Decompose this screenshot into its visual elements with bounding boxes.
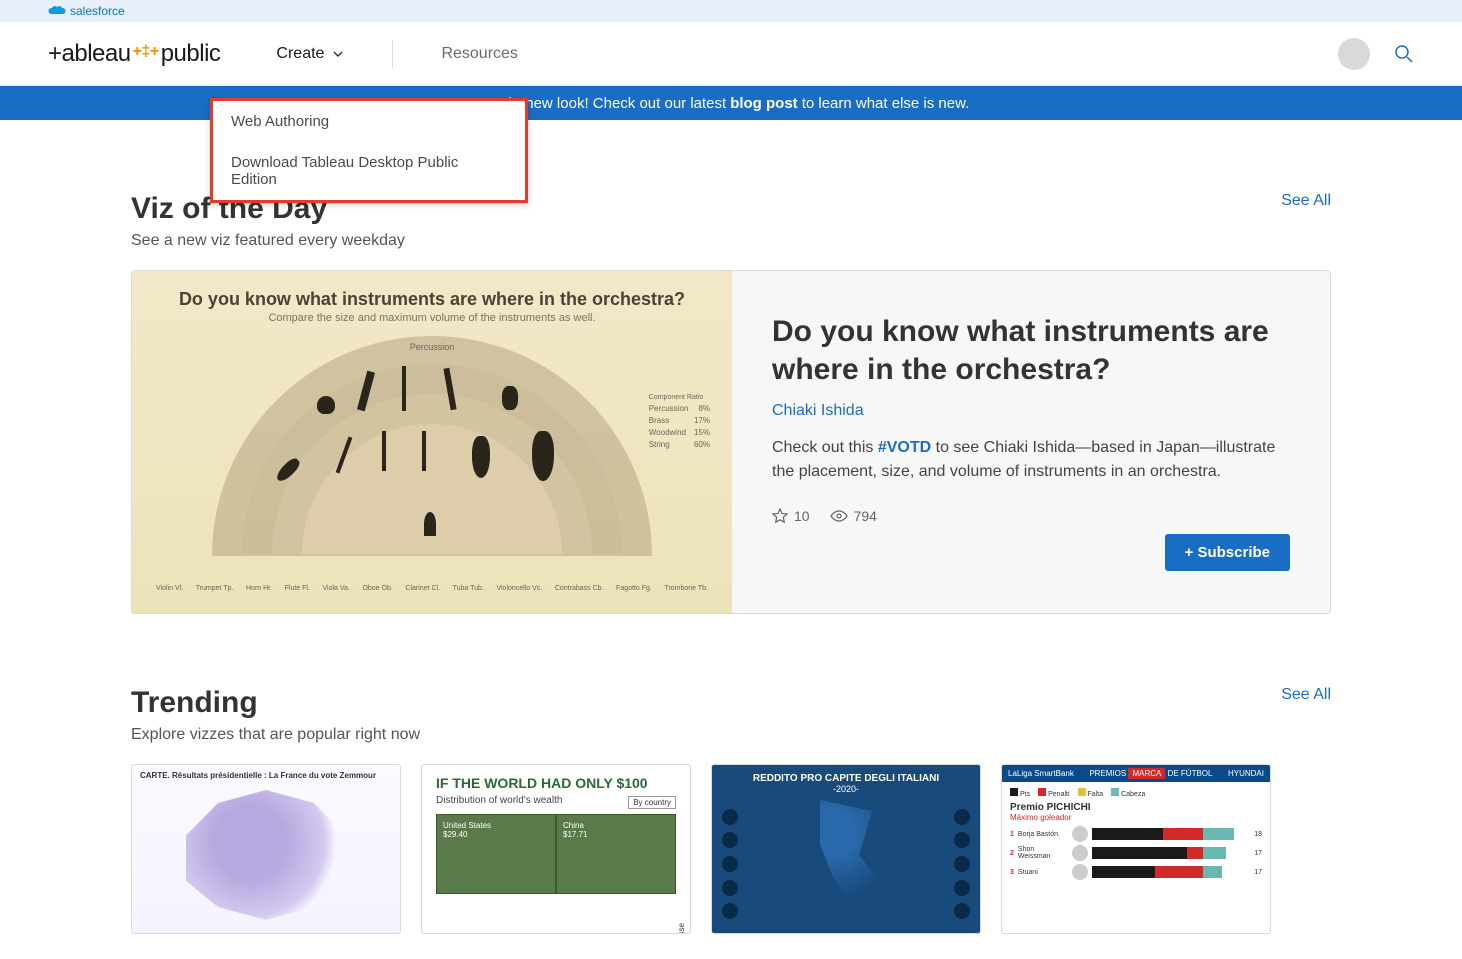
nav-divider: [392, 40, 393, 68]
subscribe-button[interactable]: + Subscribe: [1165, 534, 1290, 571]
votd-card: Do you know what instruments are where i…: [131, 270, 1331, 614]
dropdown-web-authoring[interactable]: Web Authoring: [213, 101, 525, 142]
nav-create[interactable]: Create: [276, 45, 344, 63]
trending-section-sub: Explore vizzes that are popular right no…: [131, 726, 420, 744]
views-stat: 794: [830, 508, 877, 524]
votd-author-link[interactable]: Chiaki Ishida: [772, 402, 1290, 420]
search-icon[interactable]: [1394, 44, 1414, 64]
favorites-stat[interactable]: 10: [772, 508, 810, 524]
votd-section-sub: See a new viz featured every weekday: [131, 232, 405, 250]
trending-card-wealth[interactable]: IF THE WORLD HAD ONLY $100 Distribution …: [421, 764, 691, 934]
avatar[interactable]: [1338, 38, 1370, 70]
trending-card-laliga[interactable]: LaLiga SmartBank PREMIOS MARCA DE FÚTBOL…: [1001, 764, 1271, 934]
votd-legend: Component Ratio Percussion8% Brass17% Wo…: [649, 391, 710, 452]
votd-instrument-labels: Violin Vl.Trumpet Tp.Horn Hr.Flute Fl.Vi…: [156, 584, 708, 593]
votd-hashtag-link[interactable]: #VOTD: [878, 439, 931, 456]
trending-grid: CARTE. Résultats présidentielle : La Fra…: [131, 764, 1331, 934]
main-nav: Create Resources: [276, 40, 518, 68]
france-map-graphic: [186, 790, 346, 920]
trending-section-title: Trending: [131, 686, 420, 720]
plus-icon: +‡+: [133, 43, 159, 61]
votd-see-all-link[interactable]: See All: [1281, 192, 1331, 210]
eye-icon: [830, 510, 848, 522]
trending-card-france[interactable]: CARTE. Résultats présidentielle : La Fra…: [131, 764, 401, 934]
nav-resources[interactable]: Resources: [441, 45, 517, 63]
tableau-public-logo[interactable]: +ableau +‡+ public: [48, 40, 220, 68]
votd-stats: 10 794: [772, 508, 1290, 524]
votd-title: Do you know what instruments are where i…: [772, 313, 1290, 388]
create-dropdown: Web Authoring Download Tableau Desktop P…: [210, 98, 528, 203]
main-header: +ableau +‡+ public Create Resources Web …: [0, 22, 1462, 86]
blog-post-link[interactable]: blog post: [730, 95, 798, 112]
votd-description: Check out this #VOTD to see Chiaki Ishid…: [772, 436, 1290, 484]
votd-details: Do you know what instruments are where i…: [732, 271, 1330, 613]
trending-card-reddito[interactable]: REDDITO PRO CAPITE DEGLI ITALIANI -2020-: [711, 764, 981, 934]
salesforce-cloud-icon: [48, 5, 66, 17]
italy-map-graphic: [781, 800, 911, 910]
chevron-down-icon: [332, 48, 344, 60]
dropdown-download-desktop[interactable]: Download Tableau Desktop Public Edition: [213, 142, 525, 200]
salesforce-bar: salesforce: [0, 0, 1462, 22]
star-icon: [772, 508, 788, 524]
salesforce-label: salesforce: [70, 4, 125, 18]
votd-thumbnail[interactable]: Do you know what instruments are where i…: [132, 271, 732, 613]
trending-see-all-link[interactable]: See All: [1281, 686, 1331, 704]
